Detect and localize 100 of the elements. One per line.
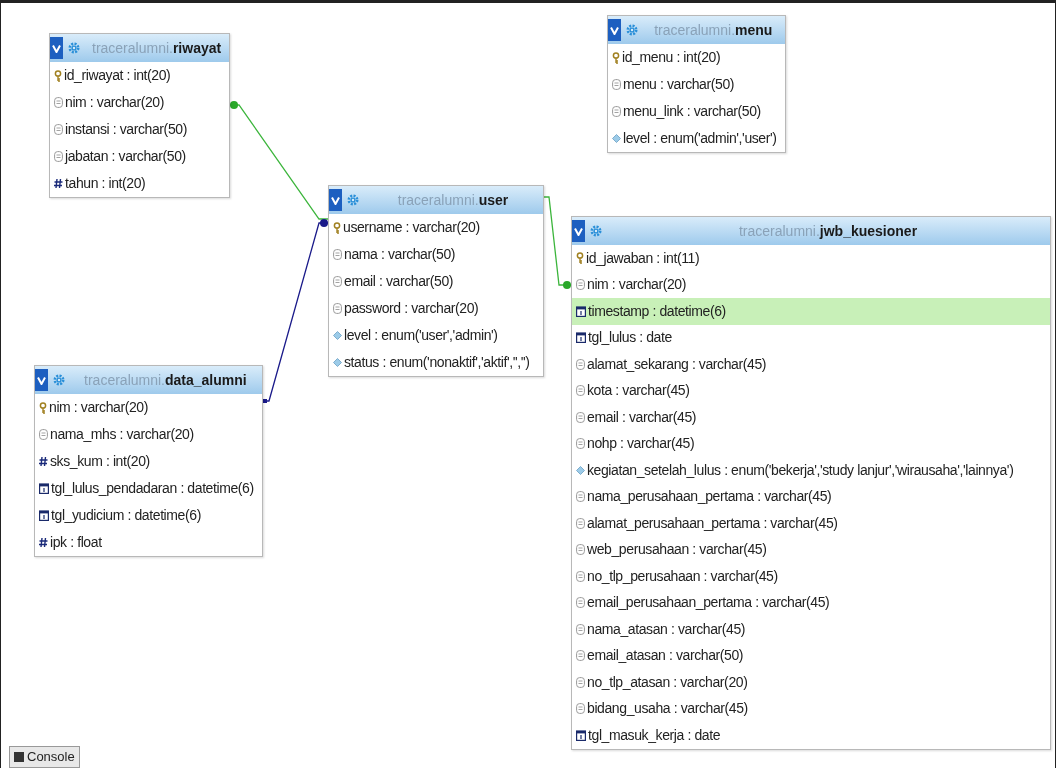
calendar-icon (576, 729, 586, 741)
key-icon (54, 69, 62, 82)
text-field-icon (576, 703, 585, 715)
text-field-icon (576, 385, 585, 397)
column-row[interactable]: username : varchar(20) (329, 214, 543, 241)
column-row[interactable]: bidang_usaha : varchar(45) (572, 695, 1050, 722)
column-row[interactable]: web_perusahaan : varchar(45) (572, 536, 1050, 563)
table-title: traceralumni.data_alumni (83, 370, 248, 390)
text-field-icon (54, 97, 63, 108)
table-title: traceralumni.jwb_kuesioner (737, 221, 919, 241)
column-row[interactable]: menu_link : varchar(50) (608, 98, 785, 125)
toggle-icon[interactable] (50, 37, 63, 59)
key-icon (39, 401, 47, 414)
gear-icon[interactable] (53, 374, 65, 386)
text-field-icon (54, 151, 63, 162)
diamond-icon (612, 134, 621, 143)
diamond-icon (576, 465, 585, 475)
console-icon (14, 752, 24, 762)
text-field-icon (576, 623, 585, 635)
column-row[interactable]: no_tlp_perusahaan : varchar(45) (572, 563, 1050, 590)
text-field-icon (576, 570, 585, 582)
column-row[interactable]: nim : varchar(20) (572, 271, 1050, 298)
gear-icon[interactable] (68, 42, 80, 54)
column-row[interactable]: nama_mhs : varchar(20) (35, 421, 262, 448)
column-row[interactable]: jabatan : varchar(50) (50, 143, 230, 170)
column-row[interactable]: id_riwayat : int(20) (50, 62, 230, 89)
column-row[interactable]: no_tlp_atasan : varchar(20) (572, 669, 1050, 696)
column-row[interactable]: tgl_yudicium : datetime(6) (35, 502, 262, 529)
calendar-icon (576, 305, 586, 317)
column-row[interactable]: level : enum('user','admin') (329, 322, 543, 349)
table-title: traceralumni.menu (653, 20, 774, 40)
column-row[interactable]: nama_perusahaan_pertama : varchar(45) (572, 483, 1050, 510)
hash-icon (39, 537, 48, 548)
gear-icon[interactable] (590, 225, 602, 237)
text-field-icon (576, 358, 585, 370)
column-row[interactable]: password : varchar(20) (329, 295, 543, 322)
column-row[interactable]: tahun : int(20) (50, 170, 230, 197)
calendar-icon (39, 510, 49, 521)
text-field-icon (333, 303, 342, 314)
column-row[interactable]: nohp : varchar(45) (572, 430, 1050, 457)
table-title: traceralumni.riwayat (91, 38, 222, 58)
table-title: traceralumni.user (396, 190, 510, 210)
text-field-icon (576, 438, 585, 450)
gear-icon[interactable] (347, 194, 359, 206)
column-row[interactable]: nim : varchar(20) (35, 394, 262, 421)
text-field-icon (333, 276, 342, 287)
column-row[interactable]: level : enum('admin','user') (608, 125, 785, 152)
text-field-icon (576, 597, 585, 609)
text-field-icon (39, 429, 48, 440)
text-field-icon (333, 249, 342, 260)
text-field-icon (612, 79, 621, 90)
column-row[interactable]: kegiatan_setelah_lulus : enum('bekerja','study lanjur','wirausaha','lainnya') (572, 457, 1050, 484)
column-row[interactable]: alamat_sekarang : varchar(45) (572, 351, 1050, 378)
column-row[interactable]: sks_kum : int(20) (35, 448, 262, 475)
console-button[interactable]: Console (9, 746, 80, 768)
toggle-icon[interactable] (35, 369, 48, 391)
diamond-icon (333, 331, 342, 340)
hash-icon (54, 178, 63, 189)
column-row[interactable]: email_atasan : varchar(50) (572, 642, 1050, 669)
column-row[interactable]: alamat_perusahaan_pertama : varchar(45) (572, 510, 1050, 537)
column-row[interactable]: email : varchar(50) (329, 268, 543, 295)
calendar-icon (39, 483, 49, 494)
toggle-icon[interactable] (608, 19, 621, 41)
text-field-icon (576, 411, 585, 423)
text-field-icon (576, 279, 585, 291)
hash-icon (39, 456, 48, 467)
key-icon (333, 221, 341, 234)
column-row[interactable]: instansi : varchar(50) (50, 116, 230, 143)
text-field-icon (54, 124, 63, 135)
text-field-icon (576, 676, 585, 688)
column-row[interactable]: menu : varchar(50) (608, 71, 785, 98)
calendar-icon (576, 332, 586, 344)
column-row[interactable]: timestamp : datetime(6) (572, 298, 1050, 325)
table-card[interactable]: traceralumni.data_alumni nim : varchar(20) nama_mhs : varchar(20) sks_kum : int(20) tgl_lulus_pendadaran : datetime(6) tgl_yudicium : datetime(6) ipk : float (34, 365, 263, 557)
column-row[interactable]: email : varchar(45) (572, 404, 1050, 431)
column-row[interactable]: nama_atasan : varchar(45) (572, 616, 1050, 643)
text-field-icon (576, 491, 585, 503)
gear-icon[interactable] (626, 24, 638, 36)
table-card[interactable]: traceralumni.user username : varchar(20) nama : varchar(50) email : varchar(50) password : varchar(20) level : enum('user','admin') status : enum('nonaktif','aktif','','') (328, 185, 544, 377)
column-row[interactable]: tgl_lulus_pendadaran : datetime(6) (35, 475, 262, 502)
text-field-icon (576, 517, 585, 529)
column-row[interactable]: nim : varchar(20) (50, 89, 230, 116)
column-row[interactable]: ipk : float (35, 529, 262, 556)
table-card[interactable] (571, 216, 1051, 750)
column-row[interactable]: nama : varchar(50) (329, 241, 543, 268)
column-row[interactable]: id_menu : int(20) (608, 44, 785, 71)
key-icon (576, 252, 584, 265)
column-row[interactable]: tgl_masuk_kerja : date (572, 722, 1050, 749)
text-field-icon (576, 544, 585, 556)
diamond-icon (333, 358, 342, 367)
column-row[interactable]: tgl_lulus : date (572, 324, 1050, 351)
toggle-icon[interactable] (329, 189, 342, 211)
toggle-icon[interactable] (572, 220, 585, 242)
column-row[interactable]: kota : varchar(45) (572, 377, 1050, 404)
column-row[interactable]: status : enum('nonaktif','aktif','','') (329, 349, 543, 376)
text-field-icon (576, 650, 585, 662)
table-card[interactable]: traceralumni.riwayat id_riwayat : int(20) nim : varchar(20) instansi : varchar(50) jabatan : varchar(50) tahun : int(20) (49, 33, 231, 198)
table-card[interactable]: traceralumni.menu id_menu : int(20) menu : varchar(50) menu_link : varchar(50) level : enum('admin','user') (607, 15, 786, 153)
column-row[interactable]: email_perusahaan_pertama : varchar(45) (572, 589, 1050, 616)
column-row[interactable]: id_jawaban : int(11) (572, 245, 1050, 272)
